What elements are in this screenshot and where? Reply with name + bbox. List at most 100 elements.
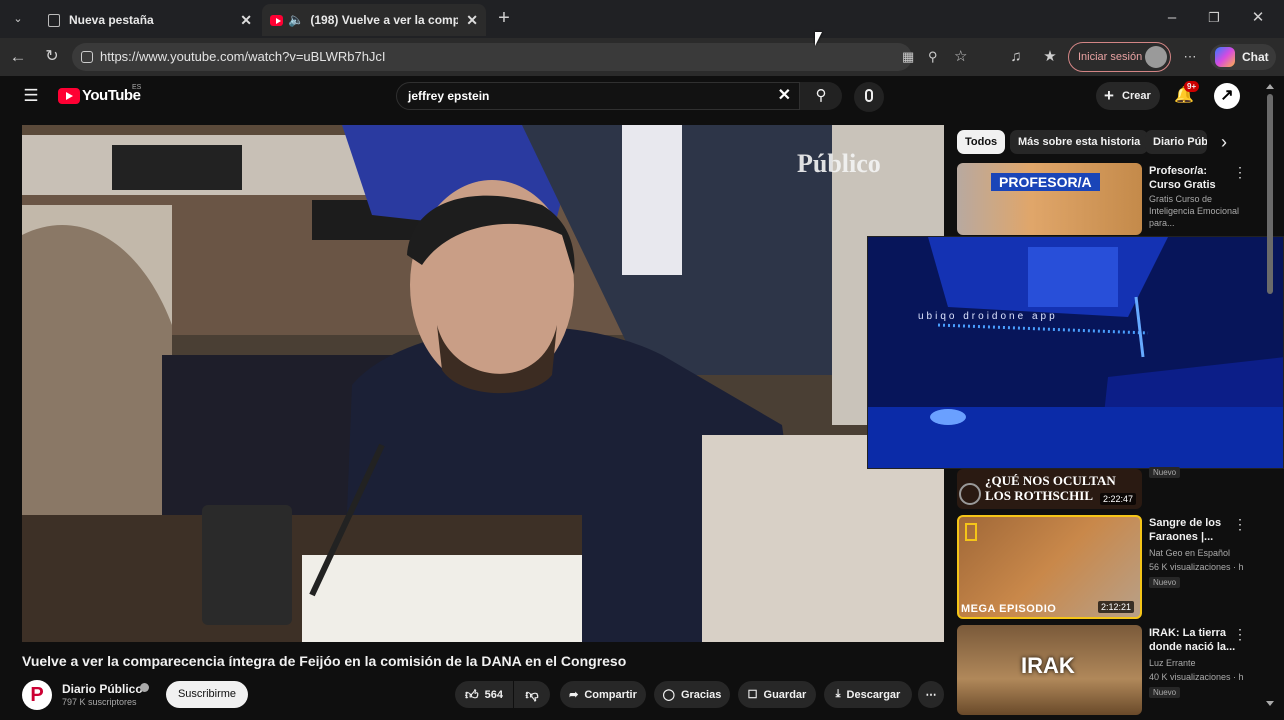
download-icon: ⤓ [835, 688, 841, 700]
video-player[interactable]: Público [22, 125, 944, 642]
copilot-chat-button[interactable]: Chat [1210, 44, 1276, 70]
pip-frame [868, 237, 1283, 468]
related-thumbnail[interactable]: MEGA EPISODIO 2:12:21 [957, 515, 1142, 619]
scrollbar-thumb[interactable] [1267, 94, 1273, 294]
dislike-button[interactable]: 👎︎ [514, 681, 550, 708]
new-badge: Nuevo [1149, 687, 1181, 698]
related-views: 40 K visualizaciones · h [1149, 672, 1244, 682]
channel-avatar[interactable]: P [22, 680, 52, 710]
share-button[interactable]: ➦ Compartir [560, 681, 646, 708]
download-button[interactable]: ⤓ Descargar [824, 681, 912, 708]
search-input[interactable]: jeffrey epstein ✕ [396, 82, 800, 110]
favorites-icon[interactable]: ★ [1040, 47, 1060, 67]
thumbnail-text: IRAK [1021, 653, 1075, 678]
account-avatar[interactable]: ↗ [1214, 83, 1240, 109]
notifications-bell-icon[interactable]: 🔔 9+ [1174, 81, 1200, 107]
reload-icon[interactable]: ↻ [42, 47, 62, 67]
related-thumbnail[interactable]: IRAK [957, 625, 1142, 715]
tab-label: (198) Vuelve a ver la compare [310, 13, 458, 27]
more-options-icon[interactable]: ⋮ [1233, 516, 1247, 533]
related-thumbnail[interactable]: PROFESOR/A [957, 163, 1142, 235]
more-menu-icon[interactable]: ⋯ [1180, 47, 1200, 67]
tab-youtube[interactable]: 🔈 (198) Vuelve a ver la compare ✕ [262, 4, 486, 36]
chevron-right-icon[interactable]: › [1214, 132, 1234, 152]
close-tab-icon[interactable]: ✕ [240, 12, 252, 29]
share-label: Compartir [584, 688, 637, 701]
voice-search-button[interactable] [854, 82, 884, 112]
like-button[interactable]: 👍︎ 564 [455, 681, 513, 708]
browser-tab-strip: ⌄ Nueva pestaña ✕ 🔈 (198) Vuelve a ver l… [0, 0, 1284, 38]
back-arrow-icon[interactable]: ← [8, 47, 28, 67]
site-info-icon[interactable] [81, 51, 93, 63]
natgeo-logo-icon [965, 523, 977, 541]
thumbs-down-icon: 👎︎ [525, 686, 539, 702]
related-title[interactable]: Profesor/a: Curso Gratis [1149, 164, 1239, 192]
channel-seal-icon [959, 483, 981, 505]
more-options-icon[interactable]: ⋮ [1233, 164, 1247, 181]
related-thumbnail[interactable]: ¿QUÉ NOS OCULTAN LOS ROTHSCHIL 2:22:47 [957, 469, 1142, 509]
profile-avatar-icon [1145, 46, 1167, 68]
duration-label: 2:22:47 [1099, 493, 1136, 505]
copilot-icon [1215, 47, 1235, 67]
search-button[interactable]: ⚲ [800, 82, 842, 110]
more-options-icon[interactable]: ⋮ [1233, 626, 1247, 643]
microphone-icon [865, 89, 873, 102]
youtube-play-logo-icon [58, 88, 80, 104]
tab-search-chevron-icon[interactable]: ⌄ [8, 9, 28, 29]
related-channel: Luz Errante [1149, 658, 1196, 668]
page-scrollbar[interactable] [1266, 84, 1274, 706]
thanks-button[interactable]: ◯ Gracias [654, 681, 730, 708]
duration-label: 2:12:21 [1097, 601, 1134, 613]
related-meta: Gratis Curso de Inteligencia Emocional p… [1149, 194, 1240, 228]
close-window-icon[interactable]: ✕ [1248, 8, 1268, 28]
more-actions-button[interactable]: ⋯ [918, 681, 944, 708]
thanks-dollar-icon: ◯ [662, 689, 675, 701]
page-icon [48, 13, 60, 27]
zoom-icon[interactable]: ⚲ [928, 43, 938, 71]
youtube-header: ☰ YouTube ES jeffrey epstein ✕ ⚲ + Crear… [0, 76, 1284, 116]
browser-toolbar: ← ↻ https://www.youtube.com/watch?v=uBLW… [0, 38, 1284, 76]
notification-count-badge: 9+ [1184, 81, 1200, 92]
hamburger-menu-icon[interactable]: ☰ [20, 86, 42, 106]
scroll-up-arrow-icon[interactable] [1266, 84, 1274, 89]
tab-new-tab[interactable]: Nueva pestaña ✕ [40, 4, 260, 36]
chip-more-story[interactable]: Más sobre esta historia [1010, 130, 1149, 154]
related-views: 56 K visualizaciones · h [1149, 562, 1244, 572]
chat-label: Chat [1242, 50, 1269, 64]
favorite-star-icon[interactable]: ☆ [954, 43, 967, 71]
create-button[interactable]: + Crear [1096, 82, 1160, 110]
address-bar[interactable]: https://www.youtube.com/watch?v=uBLWRb7h… [72, 43, 967, 71]
app-available-icon[interactable]: ▦ [902, 43, 914, 71]
chip-diario-publico[interactable]: Diario Públ [1145, 130, 1207, 154]
pip-caption: ubiqo droidone app [918, 311, 1058, 322]
mouse-cursor-icon [815, 32, 822, 46]
minimize-icon[interactable]: – [1162, 8, 1182, 28]
scroll-down-arrow-icon[interactable] [1266, 701, 1274, 706]
subscribe-button[interactable]: Suscribirme [166, 681, 248, 708]
thumbnail-text: PROFESOR/A [991, 173, 1100, 191]
picture-in-picture-overlay[interactable]: ubiqo droidone app [867, 236, 1284, 469]
related-title[interactable]: IRAK: La tierra donde nació la... [1149, 626, 1239, 654]
url-text: https://www.youtube.com/watch?v=uBLWRb7h… [100, 49, 386, 64]
media-control-icon[interactable]: ♫ [1006, 47, 1026, 67]
channel-name[interactable]: Diario Público [62, 682, 143, 696]
sign-in-button[interactable]: Iniciar sesión [1068, 42, 1171, 72]
save-button[interactable]: ☐ Guardar [738, 681, 816, 708]
video-frame [22, 125, 944, 642]
more-dots-icon: ⋯ [925, 689, 937, 701]
region-code: ES [132, 84, 142, 91]
maximize-icon[interactable]: ❐ [1204, 8, 1224, 28]
close-tab-icon[interactable]: ✕ [466, 12, 478, 29]
subscriber-count: 797 K suscriptores [62, 697, 137, 707]
tab-label: Nueva pestaña [69, 13, 154, 27]
bookmark-icon: ☐ [747, 689, 758, 701]
verified-icon [140, 683, 149, 692]
clear-search-icon[interactable]: ✕ [778, 83, 791, 109]
chip-all[interactable]: Todos [957, 130, 1006, 154]
search-value: jeffrey epstein [408, 89, 490, 103]
new-tab-plus-icon[interactable]: + [494, 8, 514, 28]
thumbnail-text: MEGA EPISODIO [961, 603, 1057, 615]
publico-watermark: Público [797, 149, 881, 178]
speaker-icon[interactable]: 🔈 [288, 12, 304, 28]
related-title[interactable]: Sangre de los Faraones |... [1149, 516, 1239, 544]
